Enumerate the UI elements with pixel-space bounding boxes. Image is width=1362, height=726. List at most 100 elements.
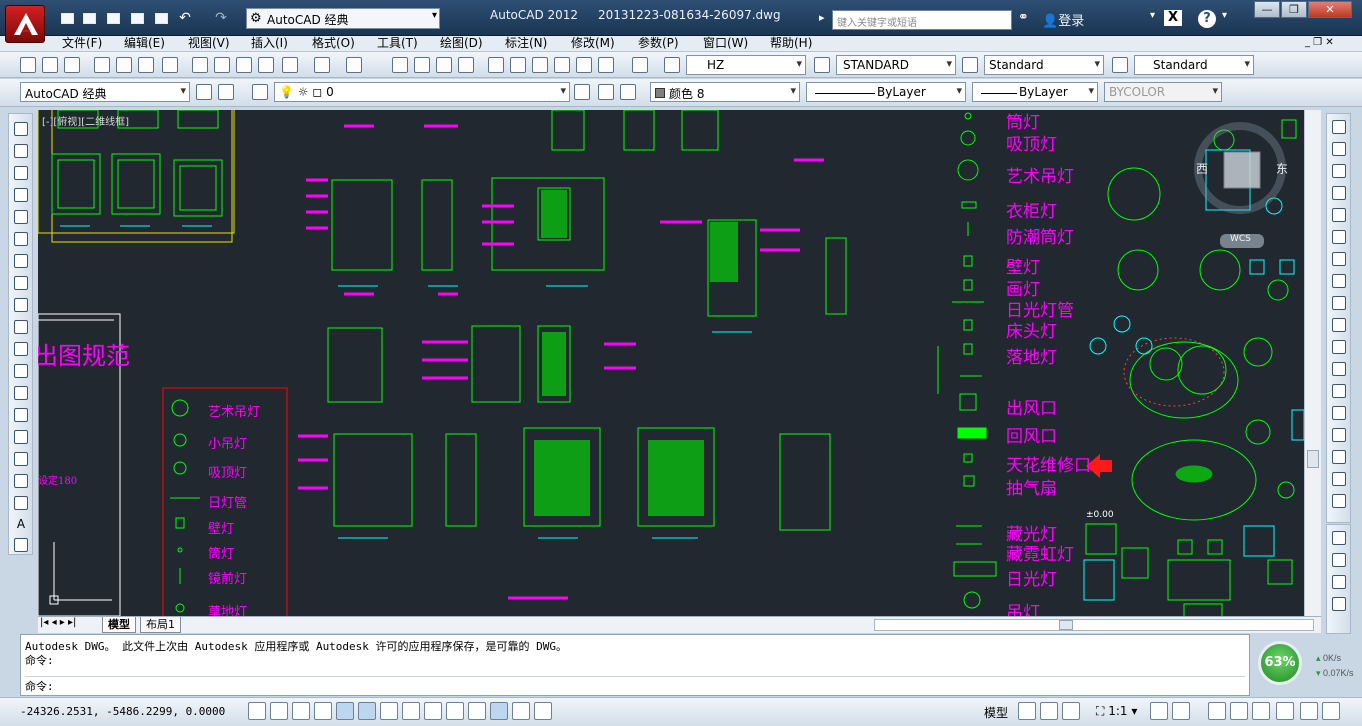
drawing-canvas[interactable]: [-][俯视][二维线框] 出图规范 设定180 艺术吊灯 小吊灯 吸顶灯 日灯… — [38, 110, 1304, 616]
insert-block-icon[interactable] — [14, 364, 28, 378]
horizontal-scrollbar[interactable] — [874, 619, 1314, 631]
circle-icon[interactable] — [14, 254, 28, 268]
gradient-icon[interactable] — [14, 452, 28, 466]
dyn-toggle[interactable] — [446, 702, 464, 720]
viewcube-west[interactable]: 西 — [1196, 160, 1208, 177]
osnap-toggle[interactable] — [358, 702, 376, 720]
save-as-icon[interactable] — [128, 9, 146, 27]
plot-icon[interactable] — [94, 57, 110, 73]
table-style-icon[interactable] — [962, 57, 978, 73]
move-icon[interactable] — [1332, 230, 1346, 244]
close-button[interactable]: ✕ — [1308, 1, 1352, 18]
copy-object-icon[interactable] — [1332, 142, 1346, 156]
3d-print-icon[interactable] — [162, 57, 178, 73]
linetype-select[interactable]: ByLayer — [806, 82, 966, 102]
clean-screen-icon[interactable] — [1322, 702, 1340, 720]
help-icon[interactable]: ? — [1198, 10, 1216, 28]
expand-icon[interactable]: ▸ — [819, 11, 825, 24]
layer-manager-icon[interactable] — [252, 84, 268, 100]
search-input[interactable]: 键入关键字或短语 — [832, 10, 1012, 30]
explode-icon[interactable] — [1332, 494, 1346, 508]
fillet-icon[interactable] — [1332, 450, 1346, 464]
lineweight-select[interactable]: ByLayer — [972, 82, 1098, 102]
chamfer-icon[interactable] — [1332, 428, 1346, 442]
print-icon[interactable] — [152, 9, 170, 27]
horizontal-scroll-thumb[interactable] — [1059, 620, 1073, 630]
add-selected-icon[interactable] — [14, 538, 28, 552]
hatch-icon[interactable] — [14, 430, 28, 444]
design-center-icon[interactable] — [510, 57, 526, 73]
ducs-toggle[interactable] — [424, 702, 442, 720]
paste-icon[interactable] — [236, 57, 252, 73]
tpy-toggle[interactable] — [490, 702, 508, 720]
workspace-switch-icon[interactable] — [1208, 702, 1226, 720]
vertical-scroll-thumb[interactable] — [1307, 450, 1319, 468]
grid-toggle[interactable] — [292, 702, 310, 720]
zoom-realtime-icon[interactable] — [414, 57, 430, 73]
match-properties-icon[interactable] — [258, 57, 274, 73]
menu-parameters[interactable]: 参数(P) — [638, 36, 679, 52]
mleader-style-select[interactable]: Standard — [1134, 55, 1254, 75]
menu-edit[interactable]: 编辑(E) — [124, 36, 165, 52]
ellipse-icon[interactable] — [14, 320, 28, 334]
3d-osnap-toggle[interactable] — [380, 702, 398, 720]
make-block-icon[interactable] — [14, 386, 28, 400]
command-window[interactable]: Autodesk DWG。 此文件上次由 Autodesk 应用程序或 Auto… — [20, 634, 1250, 696]
login-button[interactable]: 👤登录 — [1042, 10, 1084, 29]
arc-icon[interactable] — [14, 232, 28, 246]
exchange-icon[interactable]: X — [1164, 10, 1182, 26]
menu-format[interactable]: 格式(O) — [312, 36, 355, 52]
workspace-settings-icon[interactable] — [196, 84, 212, 100]
line-icon[interactable] — [14, 122, 28, 136]
minimize-button[interactable]: — — [1254, 1, 1280, 18]
sheet-set-icon[interactable] — [554, 57, 570, 73]
auto-scale-icon[interactable] — [1172, 702, 1190, 720]
viewcube-east[interactable]: 东 — [1276, 160, 1288, 177]
erase-icon[interactable] — [1332, 120, 1346, 134]
menu-file[interactable]: 文件(F) — [62, 36, 102, 52]
trim-icon[interactable] — [1332, 318, 1346, 332]
break-at-point-icon[interactable] — [1332, 362, 1346, 376]
bring-above-icon[interactable] — [1332, 575, 1346, 589]
plotstyle-select[interactable]: BYCOLOR — [1104, 82, 1222, 102]
layer-select[interactable]: 💡 ☼ ◻ 0 — [274, 82, 570, 102]
copy-icon[interactable] — [214, 57, 230, 73]
sc-toggle[interactable] — [534, 702, 552, 720]
markup-icon[interactable] — [576, 57, 592, 73]
model-space-button[interactable]: 模型 — [984, 704, 1008, 721]
construction-line-icon[interactable] — [14, 144, 28, 158]
pan-status-icon[interactable] — [1062, 702, 1080, 720]
polyline-icon[interactable] — [14, 166, 28, 180]
undo-icon[interactable]: ↶ — [176, 9, 194, 27]
offset-icon[interactable] — [1332, 186, 1346, 200]
lwt-toggle[interactable] — [468, 702, 486, 720]
bring-to-front-icon[interactable] — [1332, 531, 1346, 545]
tab-layout1[interactable]: 布局1 — [140, 617, 181, 633]
array-icon[interactable] — [1332, 208, 1346, 222]
blend-curves-icon[interactable] — [1332, 472, 1346, 486]
workspace-save-icon[interactable] — [218, 84, 234, 100]
table-style-select[interactable]: Standard — [984, 55, 1104, 75]
menu-window[interactable]: 窗口(W) — [703, 36, 748, 52]
new-file-icon[interactable] — [58, 9, 76, 27]
color-select[interactable]: 颜色 8 — [650, 82, 800, 102]
layer-previous-icon[interactable] — [598, 84, 614, 100]
open-file-icon[interactable] — [80, 9, 98, 27]
layer-state-icon[interactable] — [620, 84, 636, 100]
annotation-scale[interactable]: ⛶ 1:1 ▾ — [1096, 704, 1137, 719]
workspace-select[interactable]: AutoCAD 经典 — [20, 82, 190, 102]
stretch-icon[interactable] — [1332, 296, 1346, 310]
send-to-back-icon[interactable] — [1332, 553, 1346, 567]
menu-modify[interactable]: 修改(M) — [571, 36, 615, 52]
properties-icon[interactable] — [488, 57, 504, 73]
mirror-icon[interactable] — [1332, 164, 1346, 178]
qp-toggle[interactable] — [512, 702, 530, 720]
menu-tools[interactable]: 工具(T) — [377, 36, 418, 52]
send-under-icon[interactable] — [1332, 597, 1346, 611]
zoom-previous-icon[interactable] — [458, 57, 474, 73]
lock-icon[interactable] — [1230, 702, 1248, 720]
login-chevron-icon[interactable]: ▾ — [1150, 10, 1155, 21]
undo-icon[interactable] — [314, 57, 330, 73]
ellipse-arc-icon[interactable] — [14, 342, 28, 356]
infer-constraints-toggle[interactable] — [248, 702, 266, 720]
